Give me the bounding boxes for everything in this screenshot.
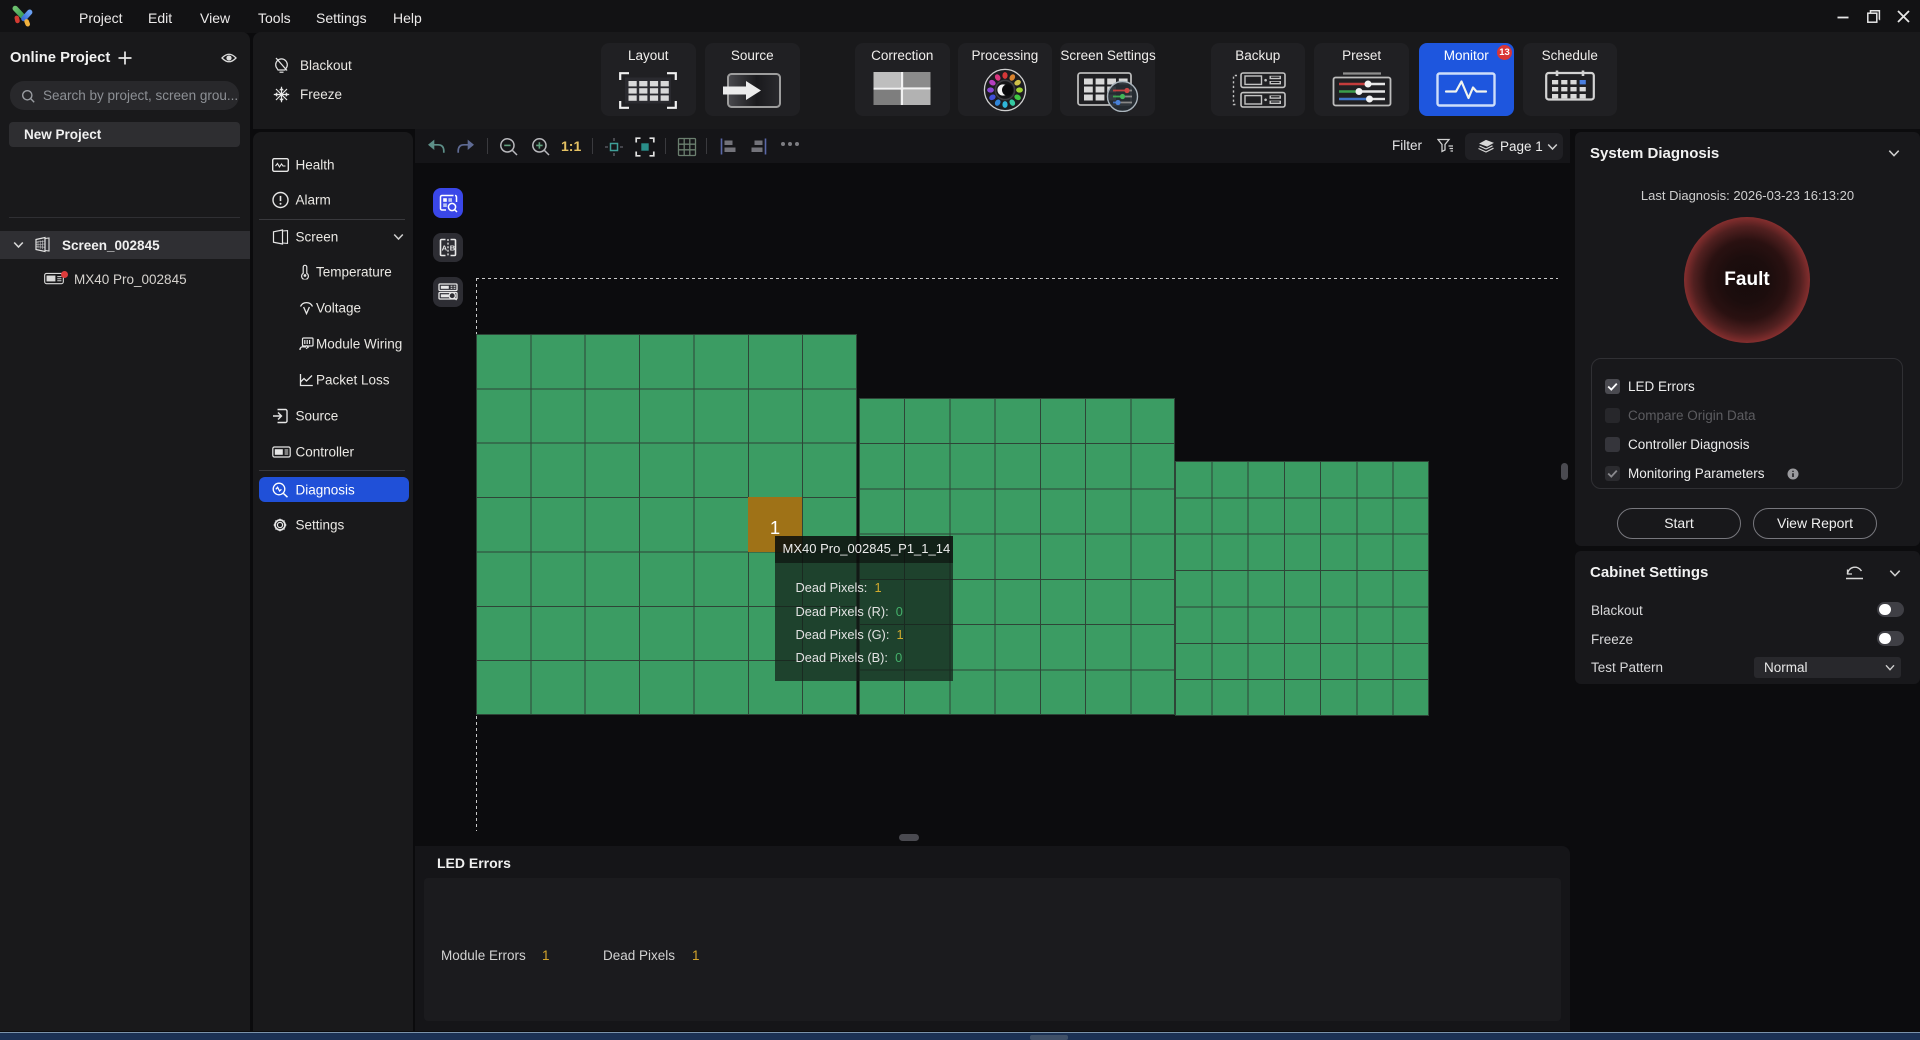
svg-text:A: A	[442, 244, 448, 253]
svg-text:B: B	[450, 244, 456, 253]
